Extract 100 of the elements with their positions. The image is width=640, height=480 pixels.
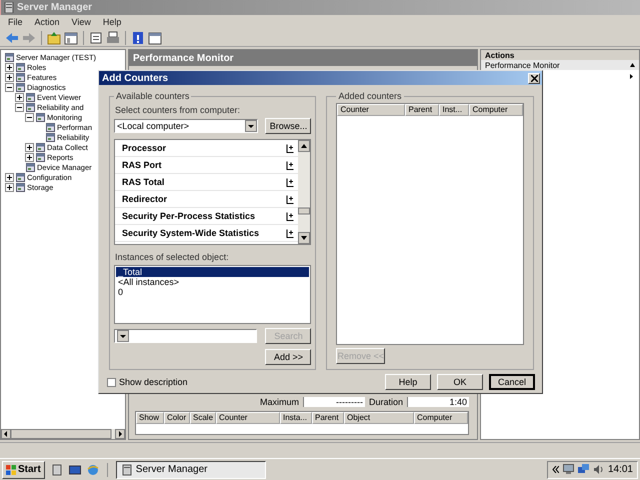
object-item[interactable]: Processor (115, 140, 298, 157)
column-header[interactable]: Counter (337, 104, 406, 116)
menu-item[interactable]: Help (102, 17, 122, 27)
action-header[interactable]: Performance Monitor (481, 60, 639, 70)
object-name: Security Per-Process Statistics (122, 211, 256, 221)
expand-icon[interactable] (25, 152, 34, 162)
column-header[interactable]: Computer (469, 104, 523, 116)
console-icon (36, 112, 45, 122)
expand-icon[interactable] (286, 160, 294, 170)
close-button[interactable] (528, 72, 540, 84)
close-icon (530, 74, 538, 82)
checkbox[interactable] (107, 378, 116, 386)
console-icon (26, 102, 35, 112)
console-icon (26, 162, 35, 172)
column-header[interactable]: Computer (414, 412, 468, 424)
dialog-button[interactable]: Help (385, 374, 431, 390)
browse-button[interactable]: Browse... (265, 118, 312, 134)
expand-icon[interactable] (5, 72, 14, 82)
dialog-button[interactable]: Cancel (489, 374, 535, 390)
group-label: Available counters (115, 91, 190, 101)
object-item[interactable]: RAS Total (115, 174, 298, 191)
object-item[interactable]: Redirector (115, 191, 298, 208)
expand-icon[interactable] (15, 92, 24, 102)
object-item[interactable]: Security System-Wide Statistics (115, 225, 298, 242)
menu-item[interactable]: Action (34, 17, 60, 27)
collapse-icon[interactable] (25, 112, 34, 122)
stat-value: 1:40 (407, 397, 469, 407)
column-header[interactable]: Insta... (280, 412, 312, 424)
speaker-icon[interactable] (592, 464, 604, 475)
console-icon (16, 172, 25, 182)
column-header[interactable]: Object (344, 412, 414, 424)
stat-label: Maximum (258, 397, 300, 407)
object-item[interactable]: Security Per-Process Statistics (115, 208, 298, 225)
console-icon (16, 72, 25, 82)
column-header[interactable]: Parent (312, 412, 344, 424)
print-icon[interactable] (106, 30, 120, 44)
object-item[interactable]: RAS Port (115, 157, 298, 174)
collapse-icon[interactable] (15, 102, 24, 112)
chevron-icon[interactable] (552, 466, 559, 473)
computer-icon[interactable] (562, 464, 574, 475)
column-header[interactable]: Inst... (439, 104, 470, 116)
stat-value: --------- (302, 397, 365, 407)
back-icon[interactable] (5, 30, 19, 44)
network-icon[interactable] (578, 464, 589, 475)
checkbox-label: Show description (119, 377, 188, 387)
console-icon[interactable] (148, 30, 162, 44)
expand-icon[interactable] (5, 62, 14, 72)
panel-title: Performance Monitor (129, 50, 477, 66)
object-name: Processor (122, 143, 166, 153)
console-icon (16, 62, 25, 72)
dialog-button[interactable]: OK (437, 374, 483, 390)
expand-icon[interactable] (286, 144, 294, 152)
column-header[interactable]: Color (164, 412, 190, 424)
tree-pane-icon[interactable] (64, 30, 78, 44)
expand-icon[interactable] (25, 142, 34, 152)
collapse-arrow-icon (630, 63, 635, 67)
help-icon[interactable] (131, 30, 145, 44)
expand-icon[interactable] (286, 194, 294, 204)
flag-icon (6, 464, 16, 474)
collapse-icon[interactable] (5, 82, 14, 92)
console-icon (36, 152, 45, 162)
object-name: Redirector (122, 194, 168, 204)
add-button[interactable]: Add >> (265, 349, 312, 365)
column-header[interactable]: Scale (190, 412, 216, 424)
expand-icon[interactable] (286, 228, 294, 238)
expand-arrow-icon[interactable] (630, 74, 633, 79)
instance-item[interactable]: 0 (116, 287, 310, 297)
console-icon (46, 122, 55, 132)
column-header[interactable]: Show (136, 412, 164, 424)
field-label: Select counters from computer: (115, 105, 242, 115)
console-icon (16, 182, 25, 192)
stat-label: Duration (368, 397, 404, 407)
console-icon (16, 82, 25, 92)
field-label: Instances of selected object: (115, 252, 230, 262)
vertical-scrollbar[interactable] (298, 140, 310, 244)
instance-item[interactable]: <All instances> (116, 277, 310, 287)
expand-icon[interactable] (286, 178, 294, 186)
column-header[interactable]: Counter (216, 412, 280, 424)
dialog-title: Add Counters (102, 72, 168, 84)
clock: 14:01 (608, 464, 633, 475)
menu-item[interactable]: View (72, 17, 91, 27)
start-button[interactable]: Start (2, 460, 45, 478)
export-icon[interactable] (89, 30, 103, 44)
object-name: RAS Total (122, 177, 164, 187)
object-list[interactable]: Processor RAS Port RAS Total Redirector Security Per-Process Statistics Security System-Wide Statistics (114, 139, 312, 245)
computer-dropdown[interactable]: <Local computer> (114, 119, 258, 133)
window-title: Server Manager (17, 2, 92, 13)
object-name: Security System-Wide Statistics (122, 228, 259, 238)
menu-item[interactable]: File (8, 17, 23, 27)
group-label: Added counters (337, 91, 403, 101)
column-header[interactable]: Parent (405, 104, 440, 116)
search-field[interactable] (114, 329, 257, 343)
instance-item[interactable]: _Total (116, 267, 310, 277)
console-icon (26, 92, 35, 102)
expand-icon[interactable] (5, 172, 14, 182)
object-name: RAS Port (122, 160, 162, 170)
expand-icon[interactable] (5, 182, 14, 192)
taskbar-button[interactable]: Server Manager (116, 460, 266, 478)
desktop-icon[interactable] (68, 464, 81, 476)
expand-icon[interactable] (286, 212, 294, 220)
